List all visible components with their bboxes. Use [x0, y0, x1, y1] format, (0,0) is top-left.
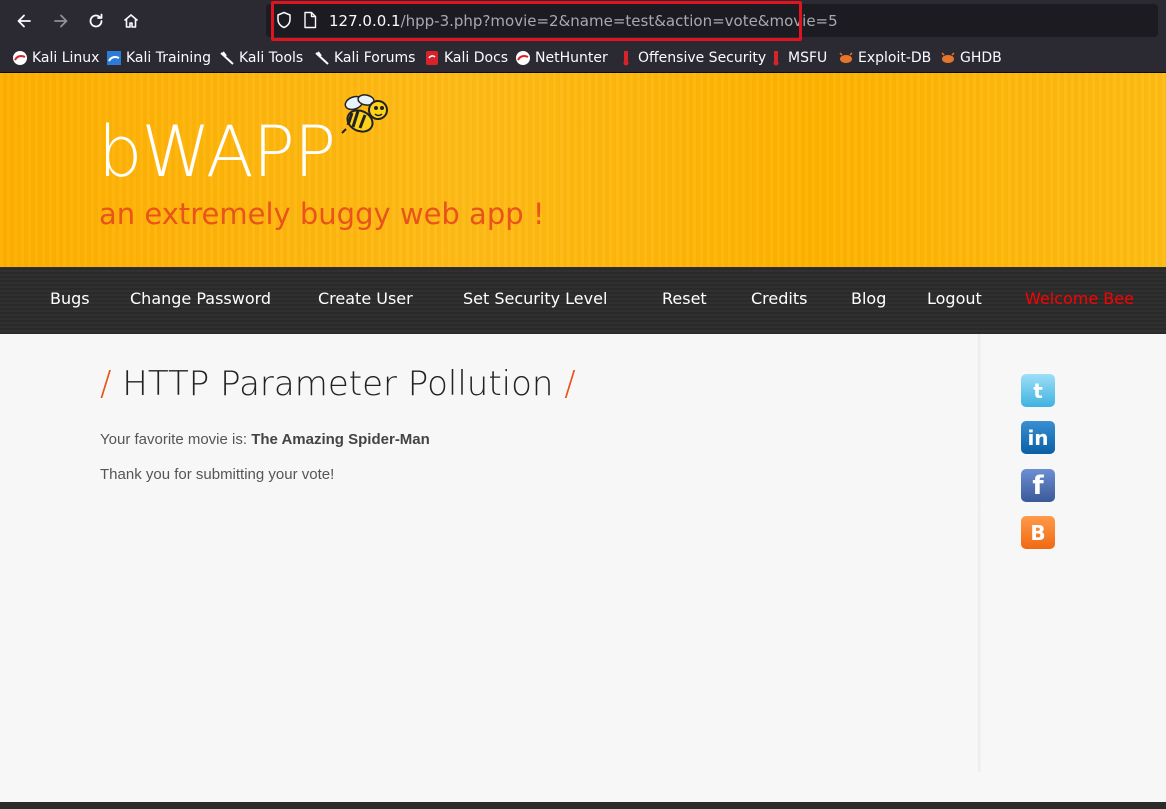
reload-icon [89, 13, 103, 28]
menu-item-bugs[interactable]: Bugs [50, 289, 90, 308]
main-menu: Bugs Change Password Create User Set Sec… [0, 267, 1166, 334]
menu-item-credits[interactable]: Credits [751, 289, 807, 308]
bookmark-offensive-security[interactable]: Offensive Security [618, 48, 766, 68]
twitter-icon: t [1033, 378, 1043, 403]
ghdb-icon [940, 50, 956, 66]
bookmark-label: Kali Forums [334, 50, 416, 66]
title-slash-right: / [564, 364, 576, 404]
browser-toolbar: 127.0.0.1/hpp-3.php?movie=2&name=test&ac… [0, 0, 1166, 42]
kali-docs-icon [424, 50, 440, 66]
footer-bar [0, 802, 1166, 809]
favorite-movie-line: Your favorite movie is: The Amazing Spid… [100, 431, 430, 448]
bookmark-label: Kali Training [126, 50, 211, 66]
arrow-left-icon [17, 14, 31, 28]
bookmark-kali-forums[interactable]: Kali Forums [314, 48, 415, 68]
bookmark-ghdb[interactable]: GHDB [940, 48, 1002, 68]
bookmark-label: MSFU [788, 50, 828, 66]
bookmark-label: Offensive Security [638, 50, 767, 66]
main-content: / HTTP Parameter Pollution / Your favori… [0, 334, 1166, 802]
kali-training-icon [106, 50, 122, 66]
page-title: / HTTP Parameter Pollution / [100, 364, 576, 404]
reload-button[interactable] [84, 9, 108, 33]
site-tagline: an extremely buggy web app ! [99, 197, 545, 231]
linkedin-icon: in [1027, 425, 1049, 450]
bookmark-label: Kali Docs [444, 50, 509, 66]
title-slash-left: / [100, 364, 112, 404]
menu-item-create-user[interactable]: Create User [318, 289, 413, 308]
bookmark-label: GHDB [960, 50, 1002, 66]
vote-confirmation: Thank you for submitting your vote! [100, 466, 335, 483]
favorite-movie-value: The Amazing Spider-Man [251, 431, 430, 448]
site-logo[interactable]: bWAPP [98, 111, 336, 193]
home-button[interactable] [119, 9, 143, 33]
arrow-right-icon [54, 14, 68, 28]
home-icon [123, 14, 139, 28]
kali-icon [12, 50, 28, 66]
menu-item-logout[interactable]: Logout [927, 289, 982, 308]
welcome-text: Welcome Bee [1025, 289, 1134, 308]
menu-item-change-password[interactable]: Change Password [130, 289, 271, 308]
kali-tools-icon [219, 50, 235, 66]
facebook-icon: f [1032, 470, 1044, 501]
bookmark-label: Kali Linux [32, 50, 100, 66]
bookmark-exploit-db[interactable]: Exploit-DB [838, 48, 931, 68]
exploitdb-icon [838, 50, 854, 66]
back-button[interactable] [12, 9, 36, 33]
menu-item-reset[interactable]: Reset [662, 289, 707, 308]
bookmarks-bar: Kali Linux Kali Training Kali Tools Kali… [0, 42, 1166, 73]
facebook-link[interactable]: f [1021, 469, 1055, 502]
twitter-link[interactable]: t [1021, 374, 1055, 407]
page-title-text: HTTP Parameter Pollution [122, 364, 554, 404]
bookmark-msfu[interactable]: MSFU [768, 48, 827, 68]
blogger-icon: B [1030, 520, 1046, 545]
bookmark-kali-docs[interactable]: Kali Docs [424, 48, 508, 68]
blogger-link[interactable]: B [1021, 516, 1055, 549]
forward-button[interactable] [49, 9, 73, 33]
offsec-icon [618, 50, 634, 66]
msfu-icon [768, 50, 784, 66]
nethunter-icon [515, 50, 531, 66]
menu-item-blog[interactable]: Blog [851, 289, 886, 308]
bookmark-kali-tools[interactable]: Kali Tools [219, 48, 303, 68]
bee-icon [336, 91, 396, 145]
bookmark-label: Kali Tools [239, 50, 304, 66]
bookmark-kali-training[interactable]: Kali Training [106, 48, 211, 68]
menu-item-set-security-level[interactable]: Set Security Level [463, 289, 607, 308]
bookmark-label: NetHunter [535, 50, 608, 66]
bookmark-label: Exploit-DB [858, 50, 932, 66]
linkedin-link[interactable]: in [1021, 421, 1055, 454]
url-annotation-box [271, 1, 802, 41]
bookmark-nethunter[interactable]: NetHunter [515, 48, 608, 68]
kali-forums-icon [314, 50, 330, 66]
sidebar-divider [978, 334, 982, 772]
site-header: bWAPP an extremely buggy web app ! [0, 73, 1166, 267]
bookmark-kali-linux[interactable]: Kali Linux [12, 48, 99, 68]
favorite-movie-label: Your favorite movie is: [100, 431, 252, 448]
